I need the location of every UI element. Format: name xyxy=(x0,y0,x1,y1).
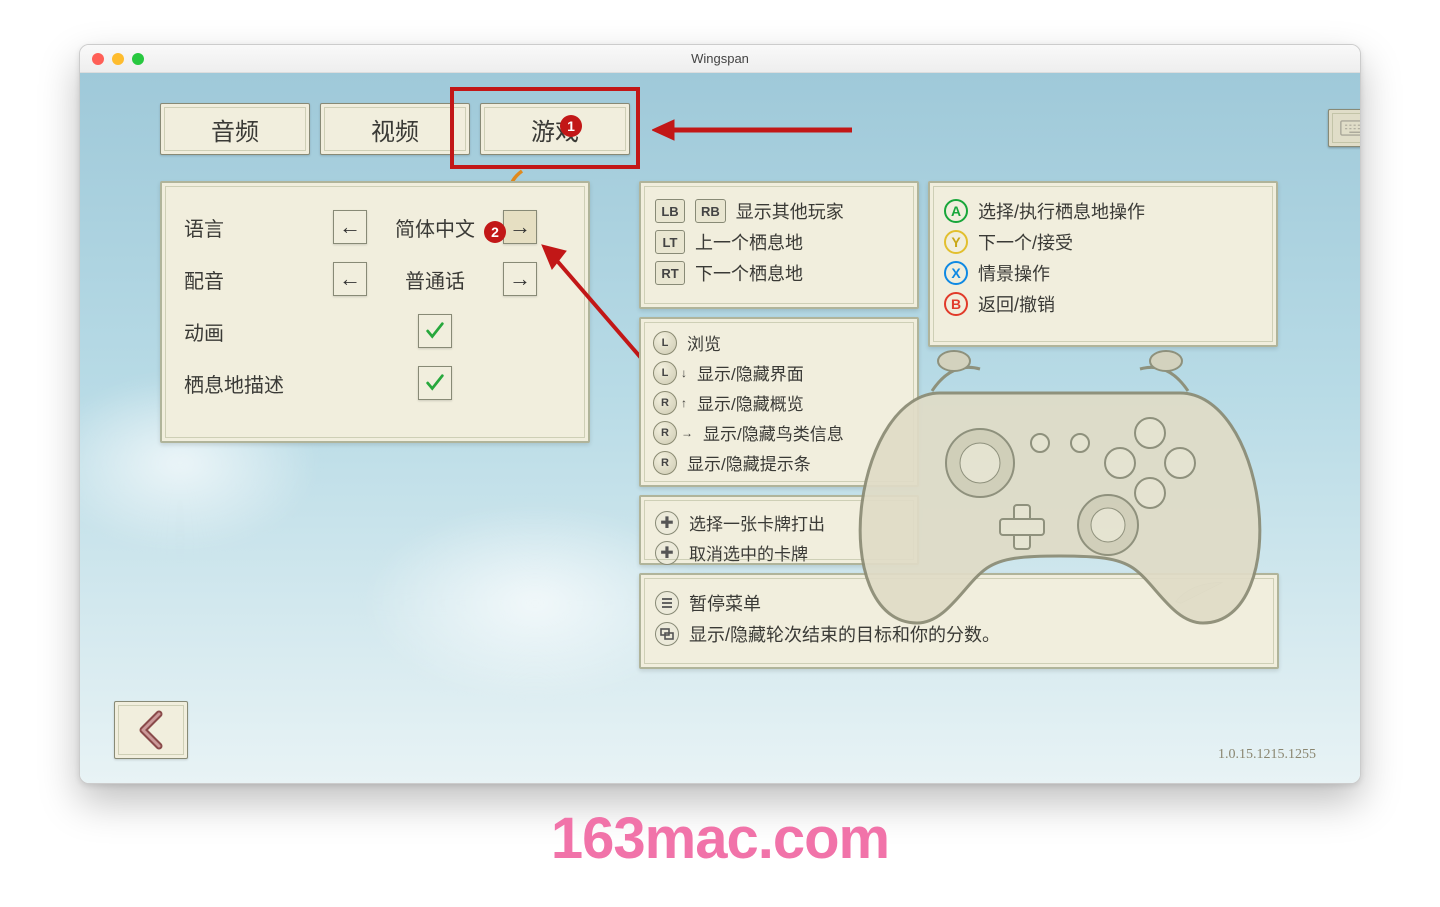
mode-keyboard-button[interactable] xyxy=(1328,109,1361,147)
lbrb-text: 显示其他玩家 xyxy=(736,198,844,224)
voice-spinner: ← 普通话 → xyxy=(304,262,566,296)
voice-label: 配音 xyxy=(184,265,304,294)
language-next-button[interactable]: → xyxy=(503,210,537,244)
dpad-icon: ✚ xyxy=(655,511,679,535)
b-text: 返回/撤销 xyxy=(978,291,1055,317)
dpad-icon: ✚ xyxy=(655,541,679,565)
view-icon xyxy=(655,622,679,646)
voice-prev-button[interactable]: ← xyxy=(333,262,367,296)
b-button-icon: B xyxy=(944,292,968,316)
ctl-lbrb: LB RB 显示其他玩家 xyxy=(655,198,903,224)
animation-checkbox[interactable] xyxy=(418,314,452,348)
rb-key-icon: RB xyxy=(695,199,726,223)
watermark-text: 163mac.com xyxy=(0,805,1440,872)
y-text: 下一个/接受 xyxy=(978,229,1073,255)
lt-key-icon: LT xyxy=(655,230,685,254)
annotation-badge-1: 1 xyxy=(560,115,582,137)
titlebar: Wingspan xyxy=(80,45,1360,73)
voice-next-button[interactable]: → xyxy=(503,262,537,296)
row-voice: 配音 ← 普通话 → xyxy=(184,253,566,305)
lb-key-icon: LB xyxy=(655,199,685,223)
ctl-rt: RT 下一个栖息地 xyxy=(655,260,903,286)
controller-illustration xyxy=(850,333,1270,653)
app-window: Wingspan 音频 视频 游戏 1 xyxy=(79,44,1361,784)
habitat-label: 栖息地描述 xyxy=(184,369,304,398)
game-settings-panel: 语言 ← 简体中文 → 配音 ← 普通话 → 动画 xyxy=(160,181,590,443)
l-stick-icon: L xyxy=(653,331,677,355)
animation-label: 动画 xyxy=(184,317,304,346)
tab-audio[interactable]: 音频 xyxy=(160,103,310,155)
row-habitat: 栖息地描述 xyxy=(184,357,566,409)
annotation-arrow-left-icon xyxy=(652,115,852,145)
check-icon xyxy=(424,320,446,342)
r-stick-side-icon: R xyxy=(653,421,677,445)
controls-face-buttons-panel: A 选择/执行栖息地操作 Y 下一个/接受 X 情景操作 B 返回/撤销 xyxy=(928,181,1278,347)
x-button-icon: X xyxy=(944,261,968,285)
controls-bumpers-panel: LB RB 显示其他玩家 LT 上一个栖息地 RT 下一个栖息地 xyxy=(639,181,919,309)
keyboard-icon xyxy=(1338,116,1361,140)
window-title: Wingspan xyxy=(80,51,1360,66)
lt-text: 上一个栖息地 xyxy=(695,229,803,255)
a-text: 选择/执行栖息地操作 xyxy=(978,198,1145,224)
back-button[interactable] xyxy=(114,701,188,759)
version-label: 1.0.15.1215.1255 xyxy=(1218,747,1316,763)
language-label: 语言 xyxy=(184,213,304,242)
language-prev-button[interactable]: ← xyxy=(333,210,367,244)
rt-text: 下一个栖息地 xyxy=(695,260,803,286)
tab-video[interactable]: 视频 xyxy=(320,103,470,155)
annotation-badge-2: 2 xyxy=(484,221,506,243)
a-button-icon: A xyxy=(944,199,968,223)
row-language: 语言 ← 简体中文 → xyxy=(184,201,566,253)
l-stick-press-icon: L xyxy=(653,361,677,385)
r-stick-press-icon: R xyxy=(653,451,677,475)
check-icon xyxy=(424,372,446,394)
voice-value: 普通话 xyxy=(375,265,495,294)
ctl-lt: LT 上一个栖息地 xyxy=(655,229,903,255)
menu-icon xyxy=(655,591,679,615)
language-value: 简体中文 xyxy=(375,213,495,242)
language-spinner: ← 简体中文 → xyxy=(304,210,566,244)
row-animation: 动画 xyxy=(184,305,566,357)
x-text: 情景操作 xyxy=(978,260,1050,286)
y-button-icon: Y xyxy=(944,230,968,254)
rt-key-icon: RT xyxy=(655,261,685,285)
tab-game[interactable]: 游戏 xyxy=(480,103,630,155)
r-stick-up-icon: R xyxy=(653,391,677,415)
game-viewport: 音频 视频 游戏 1 语言 xyxy=(80,73,1360,783)
chevron-left-icon xyxy=(137,710,165,750)
habitat-checkbox[interactable] xyxy=(418,366,452,400)
